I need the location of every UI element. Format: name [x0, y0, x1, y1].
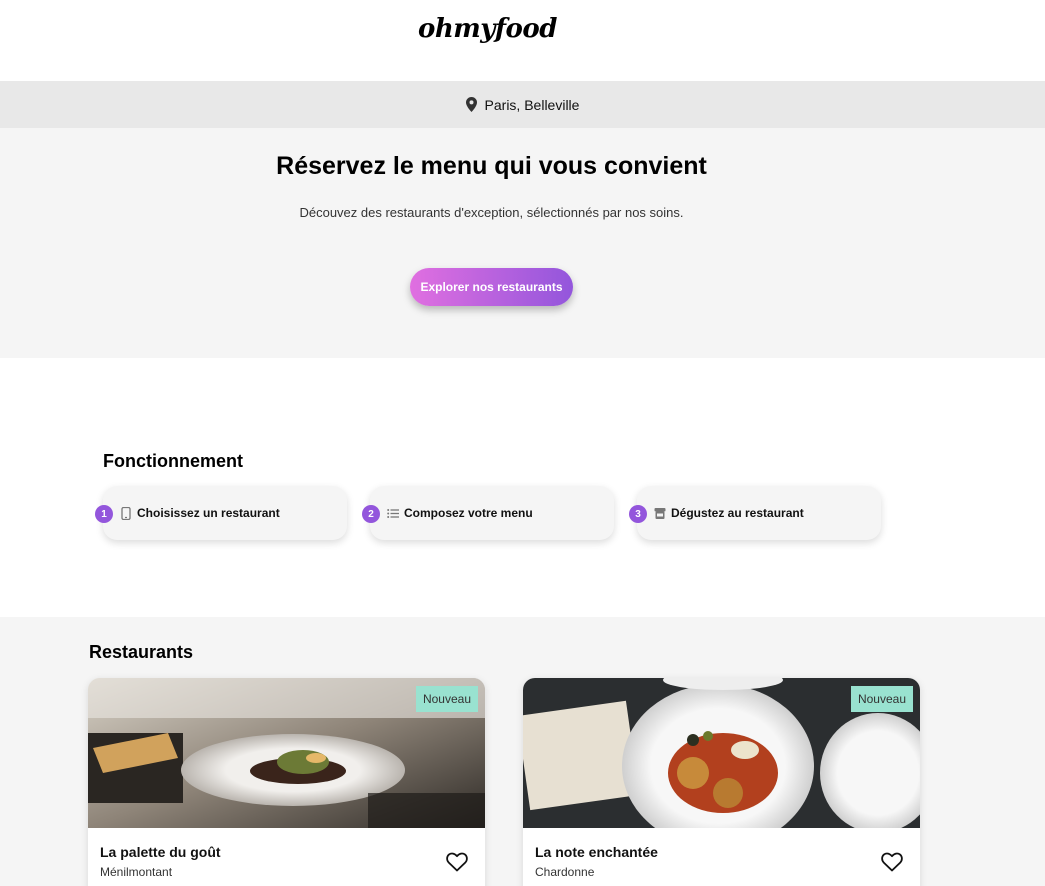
- step-number: 2: [362, 505, 380, 523]
- restaurant-location: Chardonne: [535, 865, 595, 879]
- site-header: ohmyfood: [0, 0, 1045, 81]
- location-text: Paris, Belleville: [484, 96, 580, 113]
- restaurant-location: Ménilmontant: [100, 865, 173, 879]
- step-number: 3: [629, 505, 647, 523]
- map-pin-icon: [465, 97, 477, 112]
- restaurant-card[interactable]: Nouveau La palette du goût Ménilmontant: [88, 678, 485, 886]
- heart-icon[interactable]: [881, 852, 903, 872]
- restaurant-name: La note enchantée: [535, 844, 658, 860]
- hero-subtitle: Découvez des restaurants d'exception, sé…: [299, 205, 684, 220]
- restaurant-name: La palette du goût: [100, 844, 221, 860]
- restaurants-title: Restaurants: [89, 642, 194, 662]
- location-bar: Paris, Belleville: [0, 81, 1045, 128]
- explore-restaurants-button[interactable]: Explorer nos restaurants: [410, 268, 573, 306]
- heart-icon[interactable]: [446, 852, 468, 872]
- step-card-3: 3 Dégustez au restaurant: [629, 486, 881, 540]
- list-icon: [387, 509, 399, 518]
- step-card-1: 1 Choisissez un restaurant: [95, 486, 347, 540]
- logo[interactable]: ohmyfood: [418, 14, 557, 44]
- step-card-2: 2 Composez votre menu: [362, 486, 614, 540]
- hero-title: Réservez le menu qui vous convient: [276, 152, 707, 180]
- how-title: Fonctionnement: [103, 451, 243, 471]
- new-badge: Nouveau: [850, 686, 913, 712]
- step-number: 1: [95, 505, 113, 523]
- hero-section: Réservez le menu qui vous convient Décou…: [0, 128, 1045, 358]
- step-label: Composez votre menu: [404, 506, 533, 520]
- new-badge: Nouveau: [415, 686, 478, 712]
- restaurants-section: Restaurants Nouveau La palette du goût M…: [0, 617, 1045, 886]
- how-it-works-section: Fonctionnement 1 Choisissez un restauran…: [0, 358, 1045, 617]
- store-icon: [654, 508, 666, 519]
- smartphone-icon: [121, 507, 131, 520]
- step-label: Dégustez au restaurant: [671, 506, 804, 520]
- step-label: Choisissez un restaurant: [137, 506, 280, 520]
- restaurant-card[interactable]: Nouveau La note enchantée Chardonne: [523, 678, 920, 886]
